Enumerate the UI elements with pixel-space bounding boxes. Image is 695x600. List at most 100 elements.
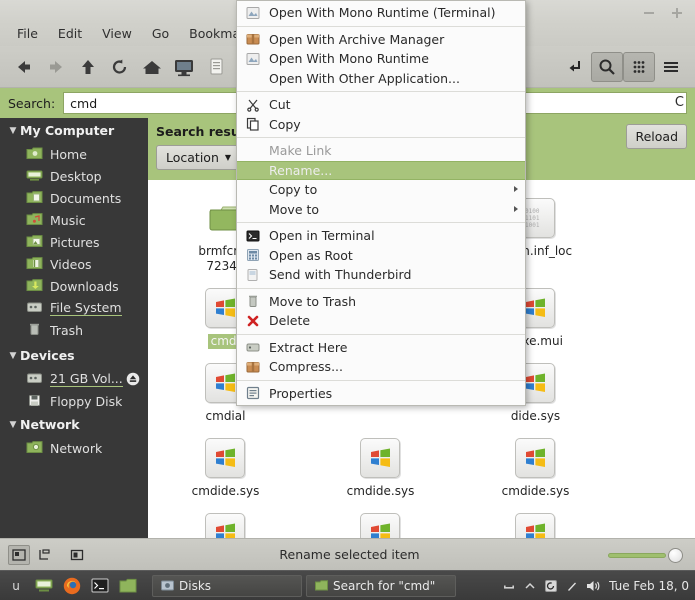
grid-view-icon[interactable]	[623, 51, 655, 82]
menu-item-go[interactable]: Go	[143, 22, 178, 45]
context-menu-item-make-link: Make Link	[237, 141, 525, 161]
context-menu-item-compress[interactable]: Compress...	[237, 357, 525, 377]
context-menu-item-label: Move to	[269, 201, 320, 217]
context-menu-item-extract-here[interactable]: Extract Here	[237, 338, 525, 358]
sidebar-item-pictures[interactable]: Pictures	[0, 231, 148, 253]
context-menu-item-label: Cut	[269, 97, 291, 113]
context-menu-item-label: Make Link	[269, 143, 332, 159]
file-item[interactable]: cmdide.sys	[148, 432, 303, 507]
hamburger-menu-icon[interactable]	[655, 52, 687, 82]
context-menu-item-copy[interactable]: Copy	[237, 115, 525, 135]
context-menu-separator	[237, 137, 525, 138]
keyboard-icon[interactable]	[502, 580, 516, 592]
sidebar-item-music[interactable]: Music	[0, 209, 148, 231]
context-menu-item-open-with-other-application[interactable]: Open With Other Application...	[237, 69, 525, 89]
sidebar-item-floppy-disk[interactable]: Floppy Disk	[0, 390, 148, 412]
icon-view-button[interactable]	[8, 544, 30, 565]
search-clipped-button[interactable]: C	[675, 95, 684, 110]
context-menu-item-open-in-terminal[interactable]: Open in Terminal	[237, 226, 525, 246]
documents-icon[interactable]	[200, 52, 232, 82]
submenu-arrow-icon	[514, 186, 518, 192]
search-icon[interactable]	[591, 51, 623, 82]
file-item[interactable]	[303, 507, 458, 538]
eject-icon[interactable]	[126, 372, 140, 386]
firefox-icon[interactable]	[60, 574, 84, 598]
sidebar-item-label: Downloads	[50, 278, 119, 294]
context-menu-item-move-to-trash[interactable]: Move to Trash	[237, 292, 525, 312]
system-tray: Tue Feb 18, 0	[502, 579, 691, 593]
mono-runtime-icon	[243, 5, 263, 21]
enter-arrow-icon[interactable]	[559, 52, 591, 82]
terminal-icon[interactable]	[88, 574, 112, 598]
sidebar: ▼ My Computer Home Desktop Documents Mus…	[0, 118, 148, 538]
sidebar-item-network[interactable]: Network	[0, 437, 148, 459]
menu-item-file[interactable]: File	[8, 22, 47, 45]
context-menu-item-open-with-mono-runtime[interactable]: Open With Mono Runtime	[237, 49, 525, 69]
file-item[interactable]	[458, 507, 613, 538]
context-menu-item-cut[interactable]: Cut	[237, 95, 525, 115]
sidebar-item-label: Desktop	[50, 168, 102, 184]
context-menu-item-label: Open in Terminal	[269, 228, 375, 244]
file-item[interactable]: cmdide.sys	[303, 432, 458, 507]
sidebar-item-downloads[interactable]: Downloads	[0, 275, 148, 297]
file-item[interactable]: cmdide.sys	[458, 432, 613, 507]
trash-icon	[243, 293, 263, 309]
context-menu-separator	[237, 379, 525, 381]
context-menu-item-label: Open With Mono Runtime	[269, 51, 429, 67]
tree-view-button[interactable]	[33, 545, 55, 565]
file-item[interactable]	[148, 507, 303, 538]
sidebar-item-21gb-volume[interactable]: 21 GB Vol...	[0, 368, 148, 390]
mono-runtime-icon	[243, 51, 263, 67]
menu-item-edit[interactable]: Edit	[49, 22, 91, 45]
sidebar-item-trash[interactable]: Trash	[0, 319, 148, 341]
sidebar-group-my-computer[interactable]: ▼ My Computer	[0, 118, 148, 143]
archive-manager-icon	[243, 359, 263, 375]
context-menu-item-open-with-archive-manager[interactable]: Open With Archive Manager	[237, 30, 525, 50]
computer-icon[interactable]	[168, 52, 200, 82]
drive-icon	[26, 371, 44, 387]
windows-exe-icon	[204, 513, 247, 538]
context-menu-separator	[237, 287, 525, 289]
context-menu-item-label: Move to Trash	[269, 293, 357, 309]
home-icon[interactable]	[136, 52, 168, 82]
forward-icon[interactable]	[40, 52, 72, 82]
up-icon[interactable]	[72, 52, 104, 82]
context-menu-item-move-to[interactable]: Move to	[237, 200, 525, 220]
context-menu-item-rename[interactable]: Rename...	[237, 160, 525, 180]
sidebar-item-videos[interactable]: Videos	[0, 253, 148, 275]
chevron-up-icon[interactable]	[523, 580, 537, 592]
taskbar-window-disks[interactable]: Disks	[152, 574, 302, 597]
sidebar-item-file-system[interactable]: File System	[0, 297, 148, 319]
desktop-icon	[26, 168, 44, 184]
taskbar-window-search-for-cmd[interactable]: Search for "cmd"	[306, 574, 456, 597]
menu-button[interactable]: u	[4, 574, 28, 598]
sidebar-item-home[interactable]: Home	[0, 143, 148, 165]
context-menu: Open With Mono Runtime (Terminal) Open W…	[236, 0, 526, 406]
show-desktop-icon[interactable]	[32, 574, 56, 598]
chevron-down-icon: ▼	[9, 419, 17, 430]
context-menu-item-copy-to[interactable]: Copy to	[237, 180, 525, 200]
clock[interactable]: Tue Feb 18, 0	[609, 579, 689, 593]
taskbar-window-label: Disks	[179, 578, 212, 593]
brightness-icon[interactable]	[565, 579, 579, 593]
volume-icon[interactable]	[586, 579, 602, 593]
back-icon[interactable]	[8, 52, 40, 82]
sidebar-group-network[interactable]: ▼ Network	[0, 412, 148, 437]
zoom-slider[interactable]	[608, 546, 683, 564]
context-menu-item-properties[interactable]: Properties	[237, 384, 525, 404]
toggle-sidebar-button[interactable]	[66, 545, 88, 565]
reload-button[interactable]: Reload	[626, 124, 687, 149]
zoom-slider-knob[interactable]	[668, 547, 683, 563]
reload-icon[interactable]	[104, 52, 136, 82]
file-manager-icon[interactable]	[116, 574, 140, 598]
menu-item-view[interactable]: View	[93, 22, 141, 45]
context-menu-item-send-with-thunderbird[interactable]: Send with Thunderbird	[237, 265, 525, 285]
context-menu-item-open-with-mono-runtime-terminal[interactable]: Open With Mono Runtime (Terminal)	[237, 3, 525, 23]
context-menu-item-open-as-root[interactable]: Open as Root	[237, 246, 525, 266]
context-menu-item-delete[interactable]: Delete	[237, 311, 525, 331]
update-icon[interactable]	[544, 579, 558, 593]
sidebar-group-devices[interactable]: ▼ Devices	[0, 343, 148, 368]
location-dropdown[interactable]: Location ▼	[156, 145, 242, 170]
sidebar-item-desktop[interactable]: Desktop	[0, 165, 148, 187]
sidebar-item-documents[interactable]: Documents	[0, 187, 148, 209]
